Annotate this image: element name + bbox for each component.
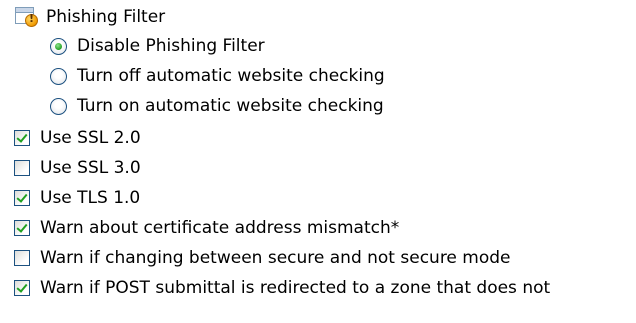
checkbox-warn-post-redirect[interactable]: Warn if POST submittal is redirected to … (14, 275, 550, 301)
checkbox-use-ssl-3[interactable]: Use SSL 3.0 (14, 155, 141, 181)
radio-turn-on-automatic-checking[interactable]: Turn on automatic website checking (50, 93, 384, 119)
checkbox-use-ssl-2[interactable]: Use SSL 2.0 (14, 125, 141, 151)
checkbox-label: Warn if POST submittal is redirected to … (40, 278, 551, 298)
checkbox[interactable] (14, 250, 30, 266)
radio-disable-phishing-filter[interactable]: Disable Phishing Filter (50, 33, 265, 59)
checkbox-use-tls-1[interactable]: Use TLS 1.0 (14, 185, 140, 211)
checkbox-warn-secure-mode-change[interactable]: Warn if changing between secure and not … (14, 245, 511, 271)
radio-label: Disable Phishing Filter (77, 36, 265, 56)
radio-button[interactable] (50, 37, 67, 55)
radio-label: Turn off automatic website checking (77, 66, 385, 86)
phishing-filter-icon (14, 5, 40, 29)
phishing-filter-header: Phishing Filter (14, 4, 165, 30)
radio-turn-off-automatic-checking[interactable]: Turn off automatic website checking (50, 63, 385, 89)
checkbox-label: Use SSL 3.0 (40, 158, 141, 178)
checkbox[interactable] (14, 280, 30, 296)
checkbox[interactable] (14, 160, 30, 176)
checkbox[interactable] (14, 130, 30, 146)
checkbox[interactable] (14, 220, 30, 236)
radio-button[interactable] (50, 97, 67, 115)
radio-label: Turn on automatic website checking (77, 96, 384, 116)
checkbox-label: Warn if changing between secure and not … (40, 248, 511, 268)
checkbox-label: Use TLS 1.0 (40, 188, 141, 208)
phishing-filter-title: Phishing Filter (46, 7, 166, 27)
checkbox-label: Warn about certificate address mismatch* (40, 218, 400, 238)
checkbox[interactable] (14, 190, 30, 206)
checkbox-label: Use SSL 2.0 (40, 128, 141, 148)
radio-button[interactable] (50, 67, 67, 85)
checkbox-warn-cert-mismatch[interactable]: Warn about certificate address mismatch* (14, 215, 399, 241)
